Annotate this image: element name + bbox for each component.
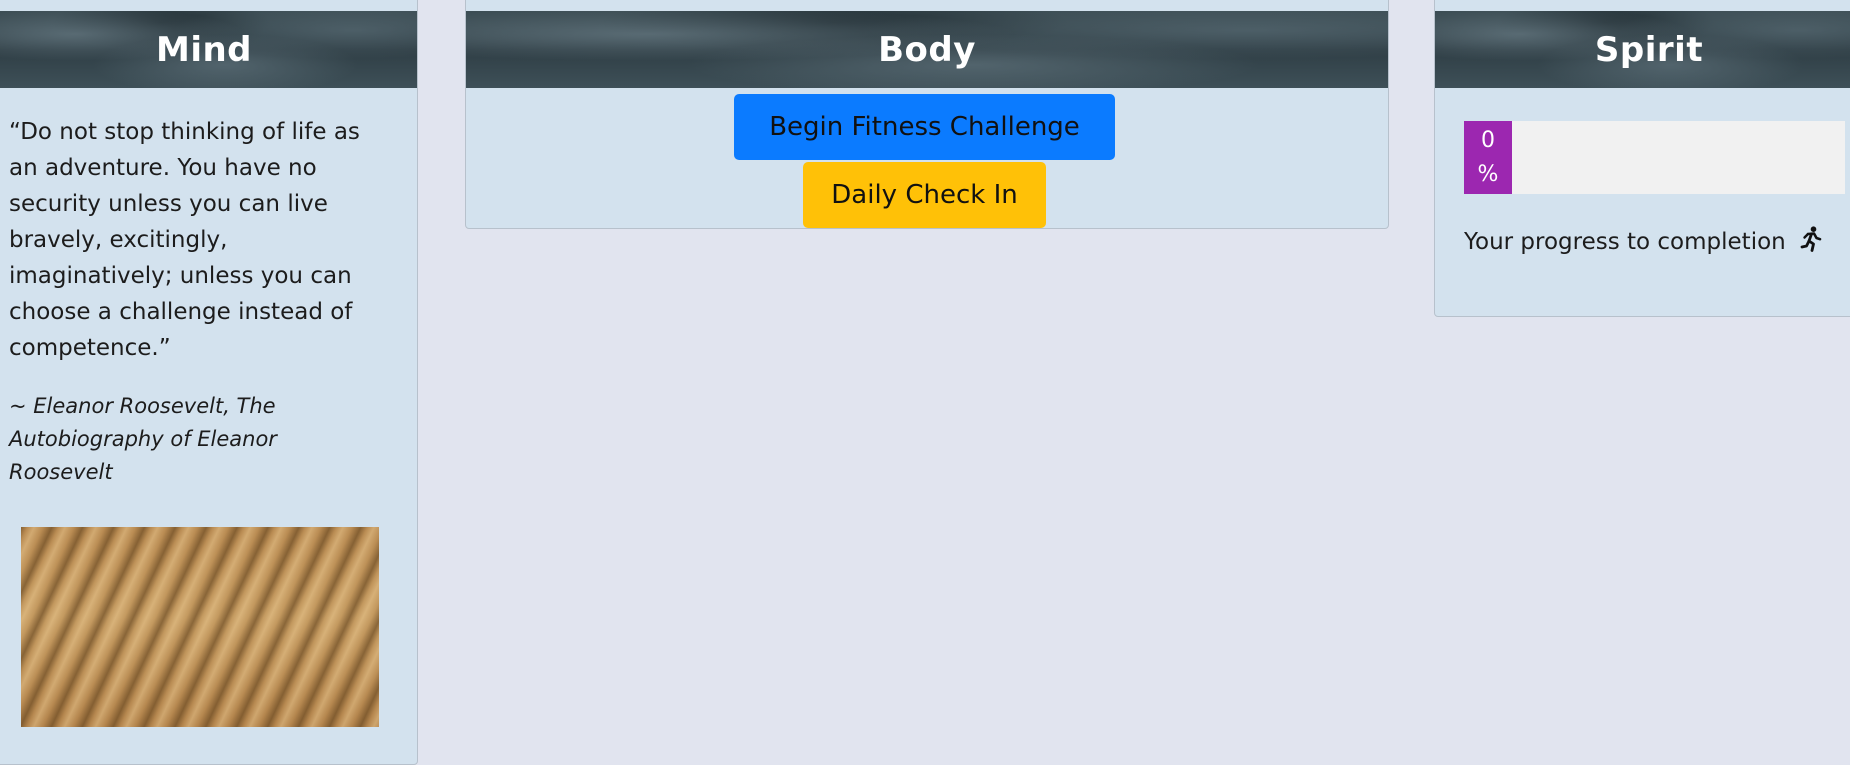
sand-dunes-image <box>21 527 379 727</box>
spirit-card: Spirit 0 % Your progress to completion <box>1434 0 1850 317</box>
body-title: Body <box>878 29 976 70</box>
running-person-icon <box>1799 226 1823 258</box>
mind-title: Mind <box>155 29 253 70</box>
spirit-card-header: Spirit <box>1435 11 1850 88</box>
body-card-header: Body <box>466 11 1388 88</box>
progress-unit: % <box>1477 161 1499 187</box>
progress-bar: 0 % <box>1464 121 1845 194</box>
mind-card: Mind “Do not stop thinking of life as an… <box>0 0 418 765</box>
progress-bar-fill: 0 % <box>1464 121 1512 194</box>
begin-fitness-challenge-button[interactable]: Begin Fitness Challenge <box>734 94 1115 160</box>
spirit-title: Spirit <box>1594 29 1704 70</box>
quote-text: “Do not stop thinking of life as an adve… <box>9 119 360 361</box>
daily-check-in-button[interactable]: Daily Check In <box>803 162 1046 228</box>
progress-caption-text: Your progress to completion <box>1464 229 1786 255</box>
progress-caption: Your progress to completion <box>1464 226 1823 258</box>
body-card: Body Begin Fitness Challenge Daily Check… <box>465 0 1389 229</box>
progress-value: 0 <box>1481 127 1495 153</box>
mind-card-header: Mind <box>0 11 417 88</box>
quote-attribution: ~ Eleanor Roosevelt, The Autobiography o… <box>9 394 277 484</box>
